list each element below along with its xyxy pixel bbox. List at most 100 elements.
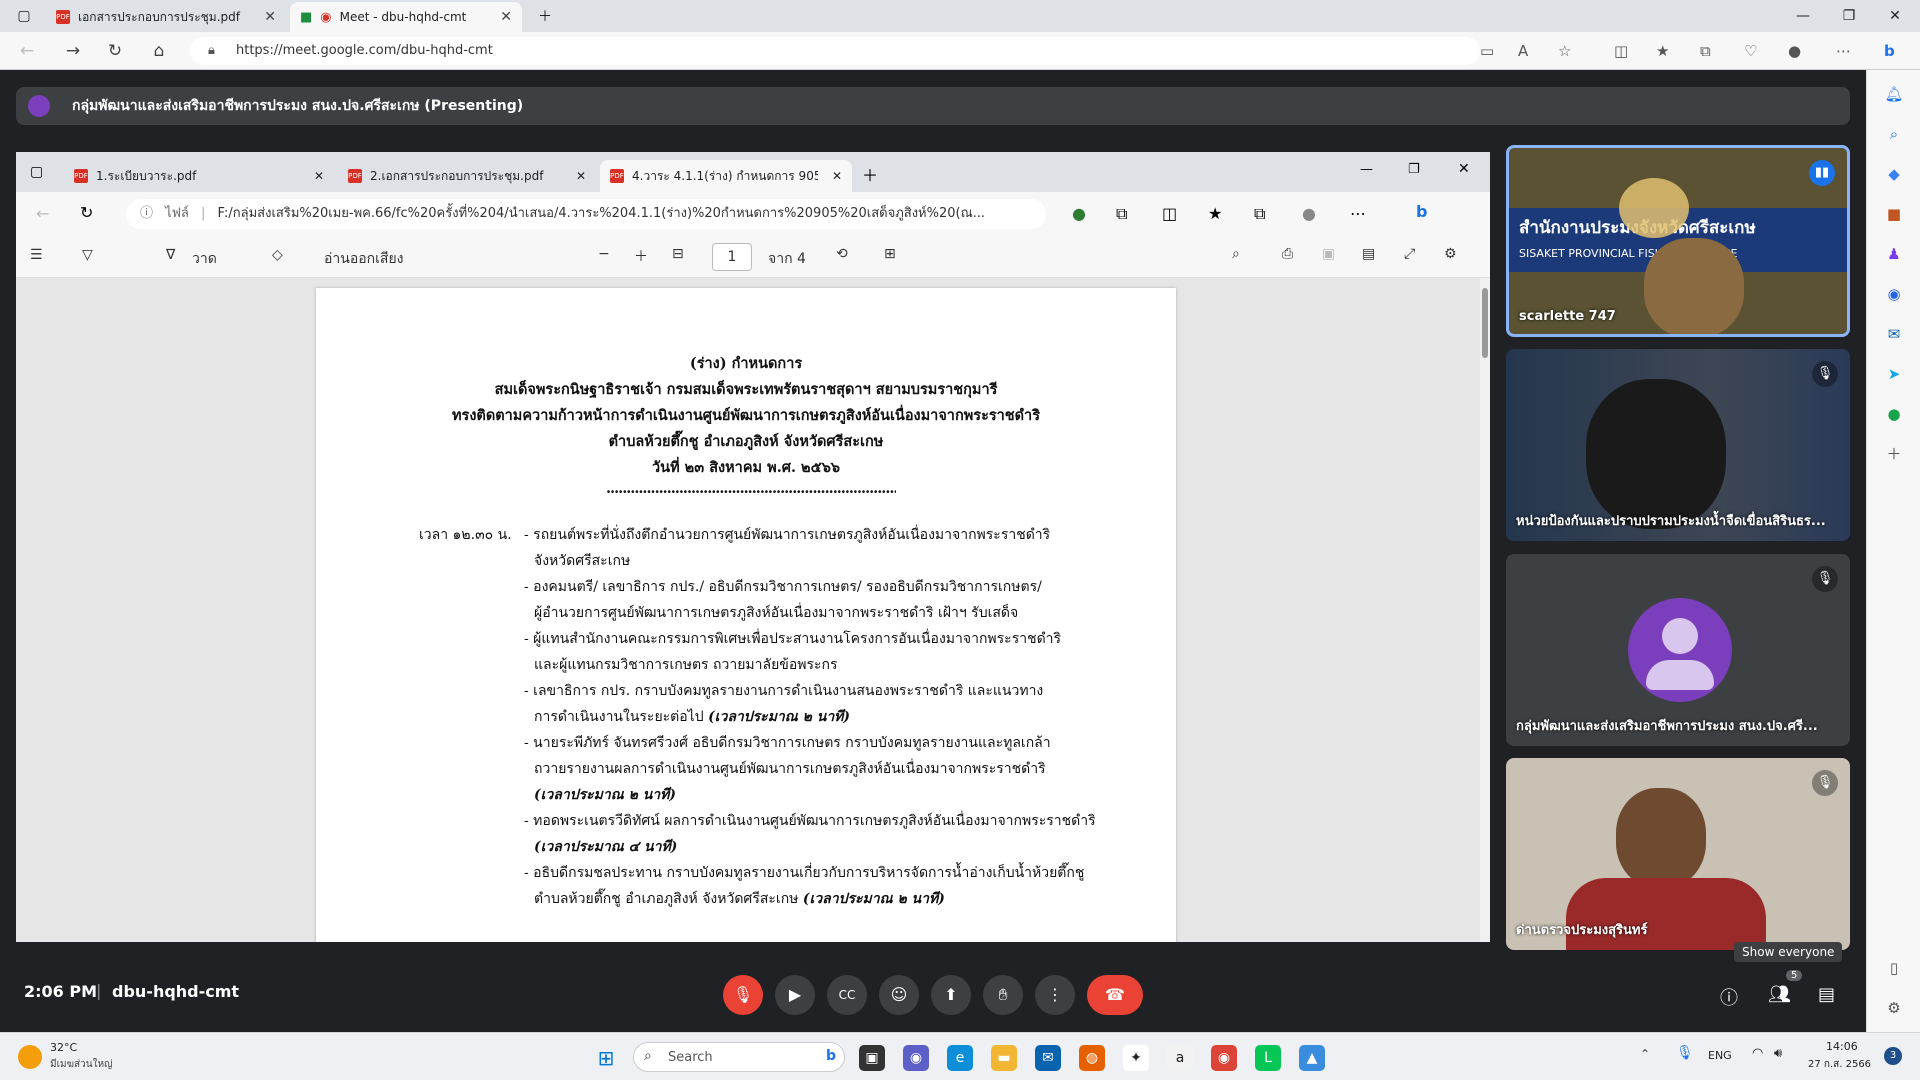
doc-duration: (เวลาประมาณ ๒ นาที) xyxy=(534,787,676,803)
tab-actions-icon: ▢ xyxy=(30,164,44,180)
shared-address-row: ← ↻ ⓘ ไฟล์ | F:/กลุ่มส่งเสริม%20เมย-พค.6… xyxy=(16,192,1490,236)
tab-actions-icon[interactable]: ▢ xyxy=(6,0,42,32)
tab-document-pdf[interactable]: PDF เอกสารประกอบการประชุม.pdf ✕ xyxy=(46,2,286,32)
close-icon[interactable]: ✕ xyxy=(264,9,276,25)
favorite-icon[interactable]: ☆ xyxy=(1558,42,1571,60)
doc-title: (ร่าง) กำหนดการ xyxy=(689,355,803,372)
settings-icon: ⚙ xyxy=(1444,246,1457,262)
doc-heading: ตำบลห้วยตึ๊กชู อำเภอภูสิงห์ จังหวัดศรีสะ… xyxy=(608,433,884,450)
back-icon[interactable]: ← xyxy=(16,41,38,61)
clock-date[interactable]: 27 ก.ส. 2566 xyxy=(1808,1057,1871,1072)
pdf-scrollbar xyxy=(1480,278,1490,942)
split-screen-icon[interactable]: ◫ xyxy=(1614,42,1628,60)
teams-icon[interactable]: ◉ xyxy=(903,1045,929,1071)
participant-tile[interactable]: 🎙︎ กลุ่มพัฒนาและส่งเสริมอาชีพการประมง สน… xyxy=(1506,554,1850,746)
mic-icon[interactable]: 🎙︎ xyxy=(1676,1045,1694,1061)
back-icon: ← xyxy=(36,204,50,223)
shared-screen: ▢ PDF 1.ระเบียบวาระ.pdf ✕ PDF 2.เอกสารปร… xyxy=(16,152,1490,942)
new-tab-icon[interactable]: ＋ xyxy=(522,0,568,32)
url-field[interactable]: 🔒︎ https://meet.google.com/dbu-hqhd-cmt xyxy=(190,37,1480,65)
notification-badge[interactable]: 3 xyxy=(1884,1047,1902,1065)
app-icon[interactable]: ▲ xyxy=(1299,1045,1325,1071)
outlook-icon[interactable]: ✉ xyxy=(1884,324,1904,344)
close-window-icon[interactable]: ✕ xyxy=(1872,0,1918,32)
close-icon[interactable]: ✕ xyxy=(500,9,512,25)
chat-icon[interactable]: ▤ xyxy=(1818,984,1835,1005)
start-icon[interactable]: ⊞ xyxy=(593,1045,619,1071)
chevron-up-icon[interactable]: ⌃ xyxy=(1640,1047,1650,1061)
read-aloud-icon[interactable]: A xyxy=(1518,42,1528,60)
add-icon[interactable]: ＋ xyxy=(1884,444,1904,464)
home-icon[interactable]: ⌂ xyxy=(148,41,170,61)
refresh-icon[interactable]: ↻ xyxy=(104,41,126,61)
dropbox-icon[interactable]: ✦ xyxy=(1123,1045,1149,1071)
avatar-body xyxy=(1646,660,1714,690)
volume-icon[interactable]: 🔊︎ xyxy=(1774,1046,1782,1061)
sidebar-layout-icon[interactable]: ▯ xyxy=(1884,958,1904,978)
taskbar-search[interactable]: ⌕ Search b xyxy=(633,1042,845,1072)
file-explorer-icon[interactable]: ▬ xyxy=(991,1045,1017,1071)
amazon-icon[interactable]: a xyxy=(1167,1045,1193,1071)
info-icon[interactable]: ⓘ xyxy=(1720,984,1738,1010)
bing-icon[interactable]: b xyxy=(1884,42,1895,60)
leave-call-button[interactable]: ☎ xyxy=(1087,975,1143,1015)
line-icon[interactable]: L xyxy=(1255,1045,1281,1071)
present-button[interactable]: ⬆ xyxy=(931,975,971,1015)
doc-line: - อธิบดีกรมชลประทาน กราบบังคมทูลรายงานเก… xyxy=(524,865,1085,881)
camera-icon[interactable]: ▭ xyxy=(1480,42,1494,60)
zoom-in-icon: ＋ xyxy=(634,249,648,265)
people-icon[interactable]: 👥︎ xyxy=(1768,984,1791,1005)
tools-icon[interactable]: ■ xyxy=(1884,204,1904,224)
mail-icon[interactable]: ✉ xyxy=(1035,1045,1061,1071)
puzzle-icon: ⧉ xyxy=(1116,204,1128,223)
participant-tile-speaking[interactable]: สำนักงานประมงจังหวัดศรีสะเกษ SISAKET PRO… xyxy=(1506,145,1850,337)
settings-icon[interactable]: ⚙ xyxy=(1884,998,1904,1018)
extension-icon: ● xyxy=(1072,204,1086,223)
participant-tile[interactable]: 🎙︎ ด่านตรวจประมงสุรินทร์ xyxy=(1506,758,1850,950)
minimize-icon[interactable]: — xyxy=(1780,0,1826,32)
chrome-icon[interactable]: ◉ xyxy=(1211,1045,1237,1071)
forward-icon[interactable]: → xyxy=(62,41,84,61)
camera-button[interactable]: ▶ xyxy=(775,975,815,1015)
games-icon[interactable]: ♟ xyxy=(1884,244,1904,264)
meet-icon: ■ xyxy=(300,9,313,25)
shared-tab: PDF 2.เอกสารประกอบการประชุม.pdf ✕ xyxy=(338,160,596,192)
emoji-button[interactable]: ☺ xyxy=(879,975,919,1015)
spotify-icon[interactable]: ● xyxy=(1884,404,1904,424)
clock-time[interactable]: 14:06 xyxy=(1826,1040,1858,1053)
captions-button[interactable]: CC xyxy=(827,975,867,1015)
restore-icon[interactable]: ❐ xyxy=(1826,0,1872,32)
tab-meet[interactable]: ■ ◉ Meet - dbu-hqhd-cmt ✕ xyxy=(290,2,522,32)
edge-icon[interactable]: e xyxy=(947,1045,973,1071)
collections-icon[interactable]: ⧉ xyxy=(1700,42,1711,60)
raise-hand-button[interactable]: ✋︎ xyxy=(983,975,1023,1015)
browser-essentials-icon[interactable]: ♡ xyxy=(1744,42,1757,60)
language-indicator[interactable]: ENG xyxy=(1708,1049,1732,1062)
bell-icon[interactable]: 🔔︎ xyxy=(1884,84,1904,104)
firefox-icon[interactable]: ◍ xyxy=(1079,1045,1105,1071)
favorites-icon[interactable]: ★ xyxy=(1656,42,1669,60)
shared-url-text: F:/กลุ่มส่งเสริม%20เมย-พค.66/fc%20ครั้งท… xyxy=(217,206,986,221)
wifi-icon[interactable]: ◠ xyxy=(1752,1046,1763,1061)
mic-off-button[interactable]: 🎙︎ xyxy=(723,975,763,1015)
url-separator: | xyxy=(201,206,206,221)
avatar xyxy=(1628,598,1732,702)
office-icon[interactable]: ◉ xyxy=(1884,284,1904,304)
more-options-button[interactable]: ⋮ xyxy=(1035,975,1075,1015)
task-view-icon[interactable]: ▣ xyxy=(859,1045,885,1071)
shopping-icon[interactable]: ◆ xyxy=(1884,164,1904,184)
doc-line: ถวายรายงานผลการดำเนินงานศูนย์พัฒนาการเกษ… xyxy=(534,761,1046,777)
more-icon[interactable]: ⋯ xyxy=(1836,42,1851,60)
tab-label: Meet - dbu-hqhd-cmt xyxy=(339,10,467,24)
pdf-icon: PDF xyxy=(610,169,624,183)
doc-line: - ทอดพระเนตรวีดิทัศน์ ผลการดำเนินงานศูนย… xyxy=(524,813,1096,829)
doc-line-text: ตำบลห้วยตึ๊กชู อำเภอภูสิงห์ จังหวัดศรีสะ… xyxy=(534,891,799,907)
doc-heading: สมเด็จพระกนิษฐาธิราชเจ้า กรมสมเด็จพระเทพ… xyxy=(494,381,998,398)
profile-icon[interactable]: ● xyxy=(1788,42,1801,60)
collections-icon: ⧉ xyxy=(1254,204,1266,223)
search-icon[interactable]: ⌕ xyxy=(1884,124,1904,144)
send-icon[interactable]: ➤ xyxy=(1884,364,1904,384)
more-icon: ⋯ xyxy=(1350,204,1366,223)
participant-tile[interactable]: 🎙︎ หน่วยป้องกันและปราบปรามประมงน้ำจืดเขื… xyxy=(1506,349,1850,541)
weather-icon[interactable] xyxy=(18,1045,42,1069)
